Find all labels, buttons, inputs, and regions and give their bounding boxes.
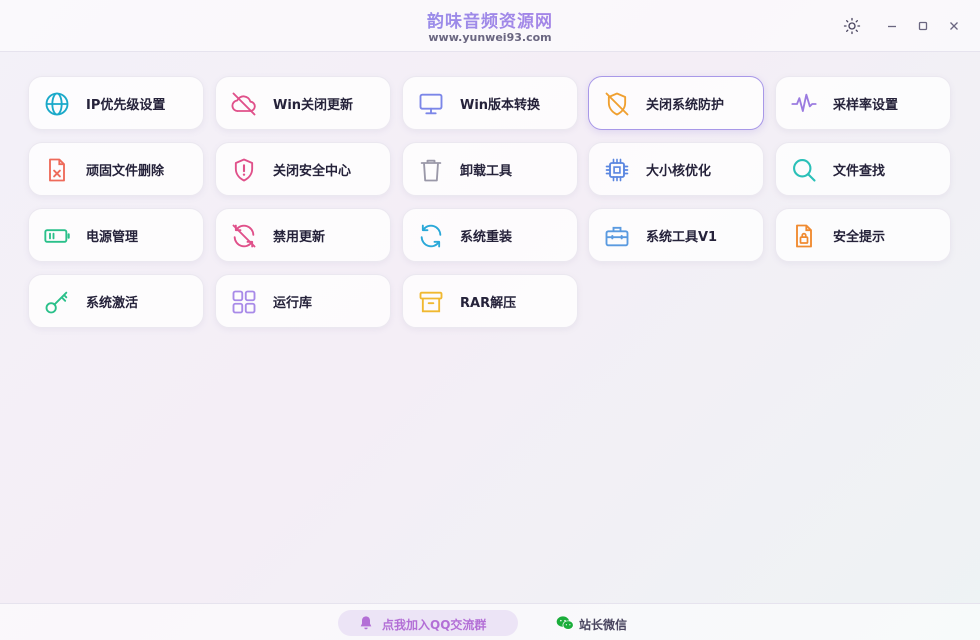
refresh-icon [417,222,445,250]
trash-icon [417,156,445,184]
tool-button-9[interactable]: 大小核优化 [588,142,764,196]
tool-label: 系统工具V1 [646,230,718,245]
waveform-icon [790,90,818,118]
tool-button-16[interactable]: 系统激活 [28,274,204,328]
file-x-icon [43,156,71,184]
minimize-icon [888,25,896,28]
close-button[interactable] [943,15,965,37]
tool-button-12[interactable]: 禁用更新 [215,208,391,262]
file-lock-icon [790,222,818,250]
tool-label: Win版本转换 [460,98,541,113]
app-title: 韵味音频资源网 [0,7,980,32]
tool-button-4[interactable]: 关闭系统防护 [588,76,764,130]
toolbox-icon [603,222,631,250]
tool-label: 文件查找 [833,164,886,179]
cloud-off-icon [230,90,258,118]
app-subtitle: www.yunwei93.com [428,31,552,44]
battery-icon [43,222,71,250]
tool-label: 卸载工具 [460,164,513,179]
tool-button-14[interactable]: 系统工具V1 [588,208,764,262]
tool-label: Win关闭更新 [273,98,354,113]
tool-button-15[interactable]: 安全提示 [775,208,951,262]
tool-label: 安全提示 [833,230,886,245]
maximize-button[interactable] [912,15,934,37]
tool-button-13[interactable]: 系统重装 [402,208,578,262]
search-icon [790,156,818,184]
tool-label: 大小核优化 [646,164,712,179]
sun-icon [843,17,861,35]
footer-bar: 点我加入QQ交流群 站长微信 [0,603,980,640]
tool-button-8[interactable]: 卸载工具 [402,142,578,196]
shield-alert-icon [230,156,258,184]
wechat-contact-button[interactable]: 站长微信 [552,610,652,636]
tool-label: 采样率设置 [833,98,899,113]
maximize-icon [918,21,928,31]
tool-button-17[interactable]: 运行库 [215,274,391,328]
tool-label: 运行库 [273,296,313,311]
title-bar: 韵味音频资源网 www.yunwei93.com [0,0,980,52]
tool-button-18[interactable]: RAR解压 [402,274,578,328]
cpu-icon [603,156,631,184]
tool-label: IP优先级设置 [86,98,166,113]
key-icon [43,288,71,316]
archive-icon [417,288,445,316]
theme-toggle-button[interactable] [841,15,863,37]
tool-button-10[interactable]: 文件查找 [775,142,951,196]
join-qq-group-button[interactable]: 点我加入QQ交流群 [338,610,518,636]
tool-button-1[interactable]: IP优先级设置 [28,76,204,130]
tool-label: 电源管理 [86,230,139,245]
tool-label: 系统重装 [460,230,513,245]
close-icon [950,22,958,30]
grid-icon [230,288,258,316]
monitor-icon [417,90,445,118]
tool-button-3[interactable]: Win版本转换 [402,76,578,130]
tool-button-7[interactable]: 关闭安全中心 [215,142,391,196]
tool-label: 系统激活 [86,296,139,311]
globe-icon [43,90,71,118]
minimize-button[interactable] [881,15,903,37]
tool-button-6[interactable]: 顽固文件删除 [28,142,204,196]
tool-button-11[interactable]: 电源管理 [28,208,204,262]
refresh-off-icon [230,222,258,250]
tool-button-5[interactable]: 采样率设置 [775,76,951,130]
bell-icon [360,616,372,630]
tool-label: RAR解压 [460,296,517,311]
tool-label: 禁用更新 [273,230,326,245]
tool-label: 关闭系统防护 [646,98,725,113]
shield-off-icon [603,90,631,118]
tool-label: 顽固文件删除 [86,164,165,179]
wechat-contact-label: 站长微信 [579,618,628,632]
tool-button-2[interactable]: Win关闭更新 [215,76,391,130]
join-qq-group-label: 点我加入QQ交流群 [382,618,487,632]
wechat-icon [556,616,574,630]
tool-label: 关闭安全中心 [273,164,352,179]
